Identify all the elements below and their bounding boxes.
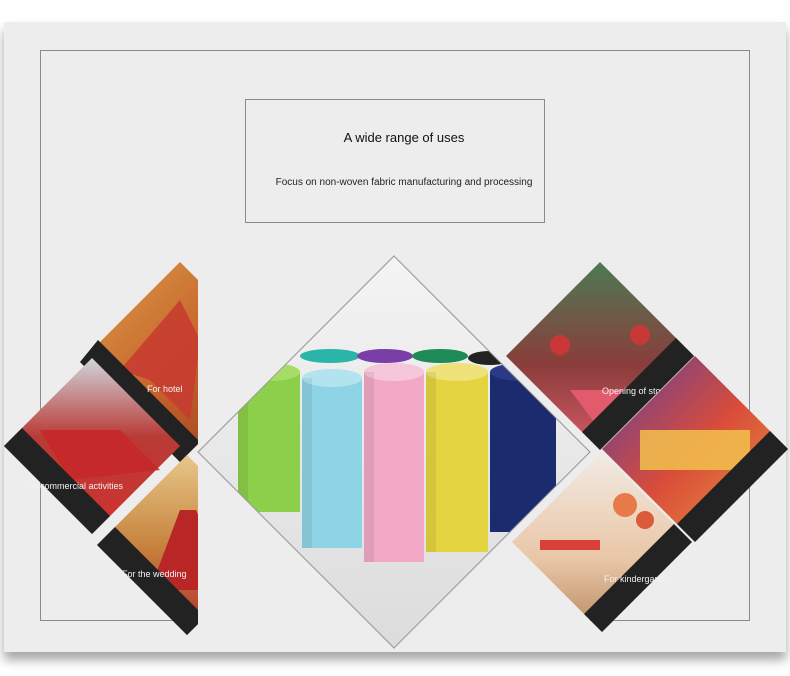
kindergarten-caption: For kindergarten (604, 574, 670, 584)
hotel-caption: For hotel (147, 384, 183, 394)
fabric-rolls-photo (197, 255, 591, 649)
commercial-caption: For commercial activities (24, 481, 124, 491)
collage: For hotel For commercial activities For … (4, 255, 788, 649)
wedding-caption: For the wedding (122, 569, 187, 579)
